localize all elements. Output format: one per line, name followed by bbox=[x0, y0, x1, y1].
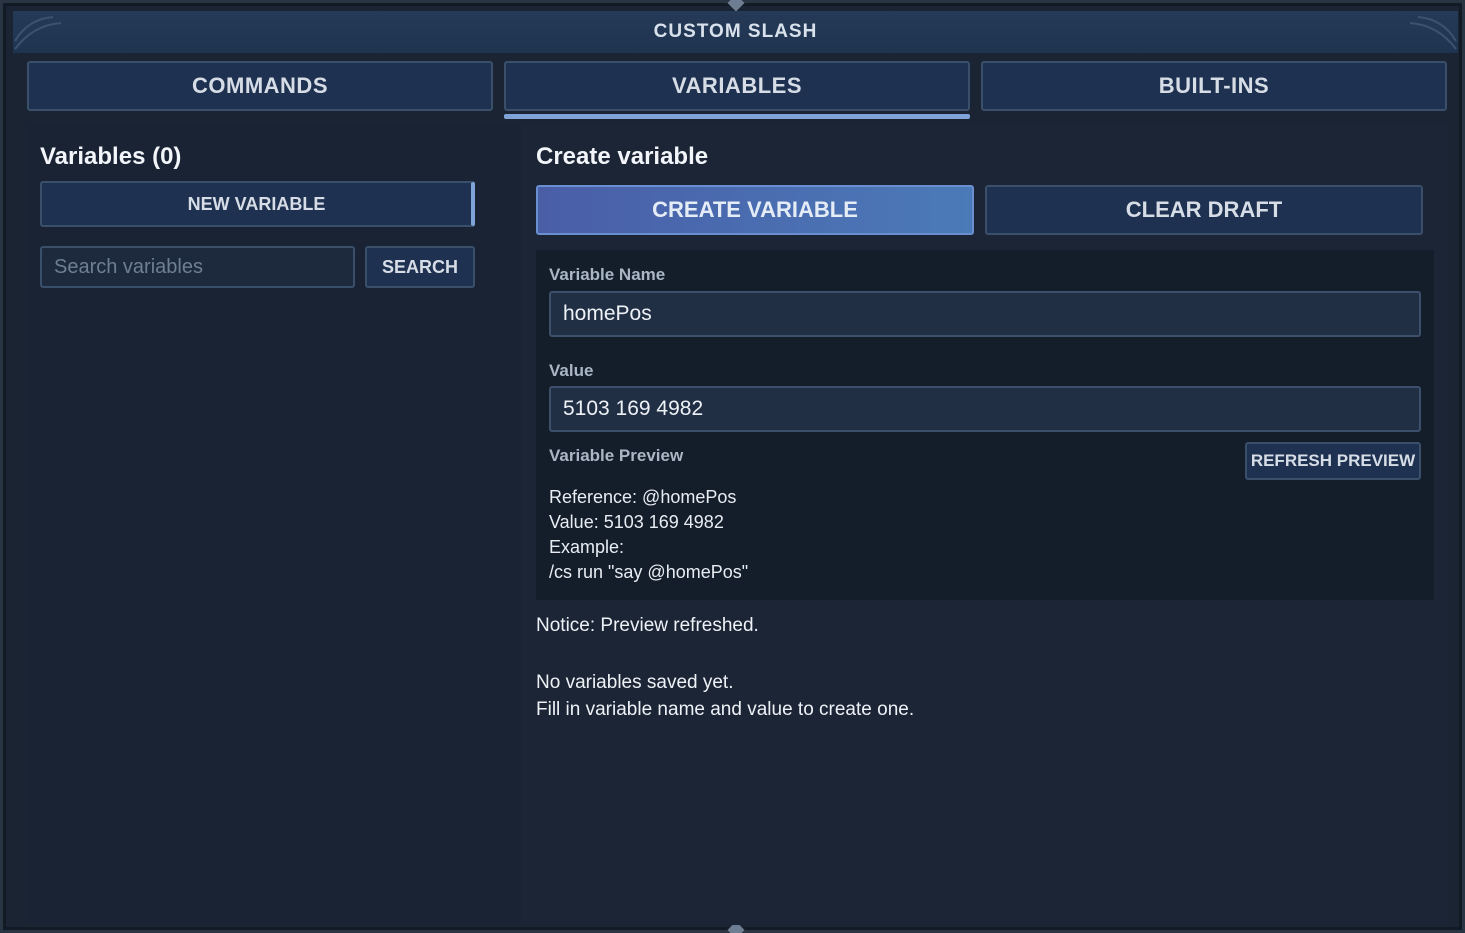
preview-value-line: Value: 5103 169 4982 bbox=[549, 512, 724, 532]
variable-value-field[interactable] bbox=[549, 386, 1421, 432]
tab-bar: COMMANDS VARIABLES BUILT-INS bbox=[27, 61, 1447, 119]
value-label: Value bbox=[549, 361, 594, 380]
preview-reference-line: Reference: @homePos bbox=[549, 487, 737, 507]
empty-state-hint: Fill in variable name and value to creat… bbox=[536, 699, 915, 720]
preview-example-command: /cs run "say @homePos" bbox=[549, 562, 749, 582]
new-variable-button[interactable]: NEW VARIABLE bbox=[40, 181, 475, 227]
empty-state-line: No variables saved yet. bbox=[536, 672, 734, 693]
preview-example-label: Example: bbox=[549, 537, 625, 557]
create-variable-panel: Create variable CREATE VARIABLE CLEAR DR… bbox=[521, 125, 1447, 925]
variable-name-field[interactable] bbox=[549, 291, 1421, 337]
content-area: Variables (0) NEW VARIABLE SEARCH Create… bbox=[27, 125, 1447, 925]
create-variable-heading: Create variable bbox=[536, 143, 709, 170]
corner-ornament-icon bbox=[14, 16, 62, 50]
search-button[interactable]: SEARCH bbox=[365, 246, 475, 288]
tab-variables[interactable]: VARIABLES bbox=[504, 61, 970, 111]
title-bar: CUSTOM SLASH bbox=[13, 11, 1458, 53]
variable-form: Variable Name Value Variable Preview REF… bbox=[536, 250, 1434, 600]
variable-preview-label: Variable Preview bbox=[549, 446, 684, 465]
active-tab-indicator bbox=[504, 114, 970, 119]
tab-built-ins[interactable]: BUILT-INS bbox=[981, 61, 1447, 111]
notice-message: Notice: Preview refreshed. bbox=[536, 615, 759, 636]
variable-name-label: Variable Name bbox=[549, 265, 666, 284]
create-variable-button[interactable]: CREATE VARIABLE bbox=[536, 185, 974, 235]
variables-list-panel: Variables (0) NEW VARIABLE SEARCH bbox=[27, 125, 521, 925]
search-variables-input[interactable] bbox=[40, 246, 355, 288]
top-notch-decoration bbox=[727, 0, 745, 12]
window-title: CUSTOM SLASH bbox=[653, 21, 818, 42]
app-window: CUSTOM SLASH COMMANDS VARIABLES BUILT-IN… bbox=[0, 0, 1465, 933]
variable-preview-text: Reference: @homePos Value: 5103 169 4982… bbox=[549, 485, 748, 585]
refresh-preview-button[interactable]: REFRESH PREVIEW bbox=[1245, 442, 1421, 480]
corner-ornament-icon bbox=[1409, 16, 1457, 50]
tab-commands[interactable]: COMMANDS bbox=[27, 61, 493, 111]
variables-count-heading: Variables (0) bbox=[40, 143, 182, 170]
clear-draft-button[interactable]: CLEAR DRAFT bbox=[985, 185, 1423, 235]
empty-state-message: No variables saved yet. Fill in variable… bbox=[536, 669, 914, 723]
